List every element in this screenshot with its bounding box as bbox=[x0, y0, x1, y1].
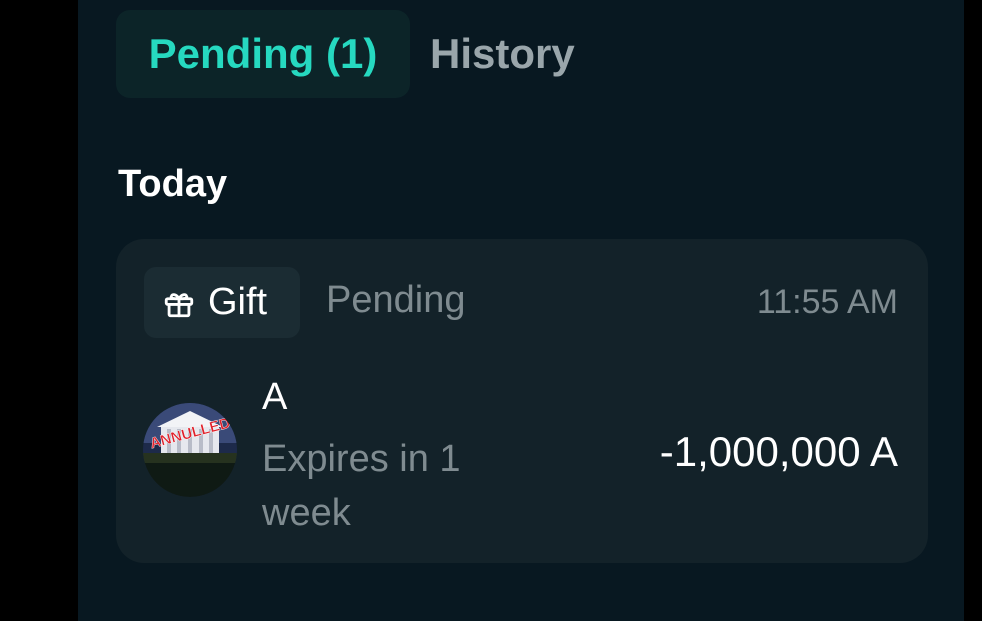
token-name: A bbox=[262, 376, 288, 418]
app-panel: Pending (1) History Today Gift Pending 1… bbox=[78, 0, 964, 621]
transaction-time: 11:55 AM bbox=[756, 283, 898, 321]
expiry-text: Expires in 1 week bbox=[262, 438, 461, 534]
token-avatar: ANNULLED bbox=[143, 403, 237, 497]
transaction-amount: -1,000,000 A bbox=[659, 428, 898, 475]
transaction-status: Pending bbox=[326, 279, 466, 321]
tab-pending-label: Pending (1) bbox=[148, 30, 378, 77]
tab-history[interactable]: History bbox=[430, 10, 575, 98]
tab-history-label: History bbox=[430, 30, 575, 77]
transaction-card[interactable]: Gift Pending 11:55 AM ANNULLED A Expires… bbox=[116, 239, 928, 563]
right-edge bbox=[964, 0, 982, 621]
transaction-type-badge: Gift bbox=[144, 267, 300, 338]
section-heading-today: Today bbox=[118, 163, 228, 205]
tab-pending[interactable]: Pending (1) bbox=[116, 10, 410, 98]
gift-icon bbox=[164, 292, 194, 317]
transaction-type-label: Gift bbox=[208, 281, 268, 323]
